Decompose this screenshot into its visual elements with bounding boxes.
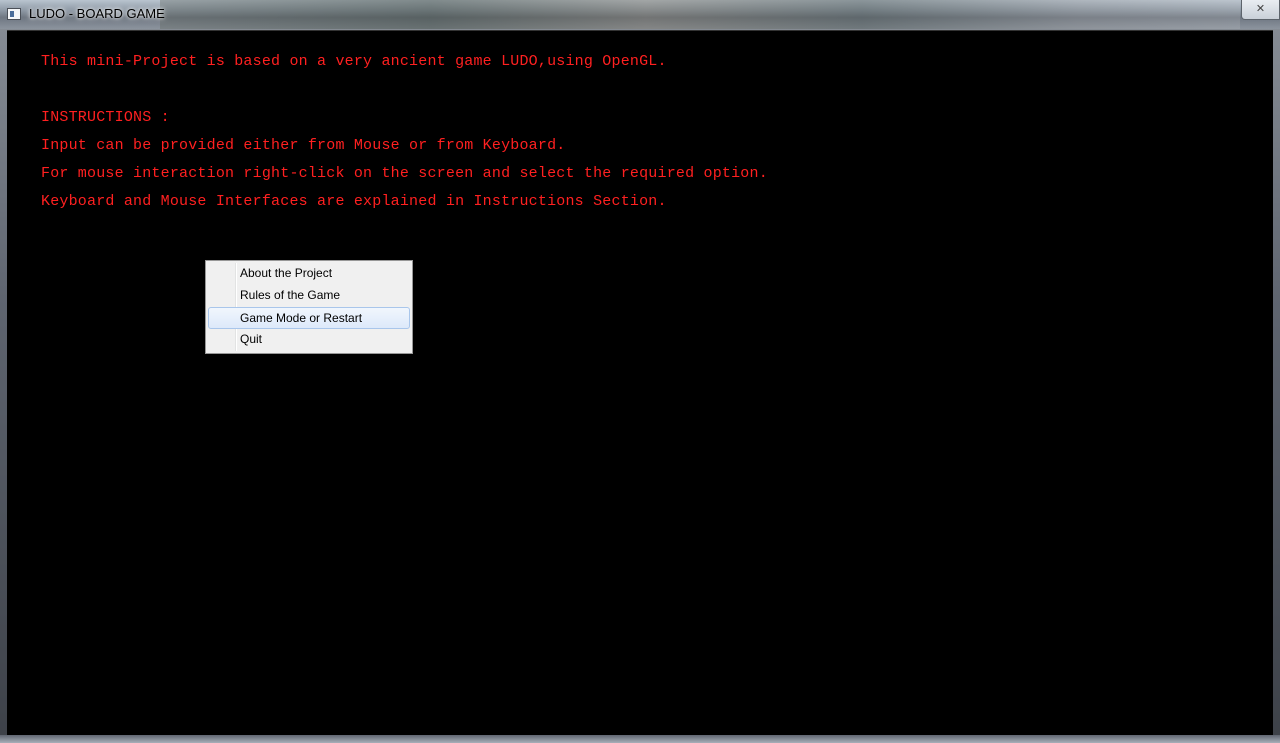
instruction-input-text: Input can be provided either from Mouse … [41,137,566,154]
window-title: LUDO - BOARD GAME [29,6,165,21]
instruction-keyboard-text: Keyboard and Mouse Interfaces are explai… [41,193,667,210]
intro-text: This mini-Project is based on a very anc… [41,53,667,70]
menu-item-about-project[interactable]: About the Project [208,263,410,285]
title-bar[interactable]: LUDO - BOARD GAME ✕ [0,0,1280,29]
context-menu: About the Project Rules of the Game Game… [205,260,413,354]
title-bar-glass [160,0,1240,29]
instruction-mouse-text: For mouse interaction right-click on the… [41,165,768,182]
app-window: LUDO - BOARD GAME ✕ This mini-Project is… [0,0,1280,743]
instructions-heading: INSTRUCTIONS : [41,109,170,126]
close-icon: ✕ [1255,2,1266,15]
menu-item-game-mode-restart[interactable]: Game Mode or Restart [208,307,410,329]
window-bottom-border [0,735,1280,743]
opengl-canvas[interactable]: This mini-Project is based on a very anc… [7,30,1273,735]
app-window-icon[interactable] [7,8,21,20]
menu-item-rules-of-game[interactable]: Rules of the Game [208,285,410,307]
menu-item-quit[interactable]: Quit [208,329,410,351]
close-button[interactable]: ✕ [1241,0,1280,20]
